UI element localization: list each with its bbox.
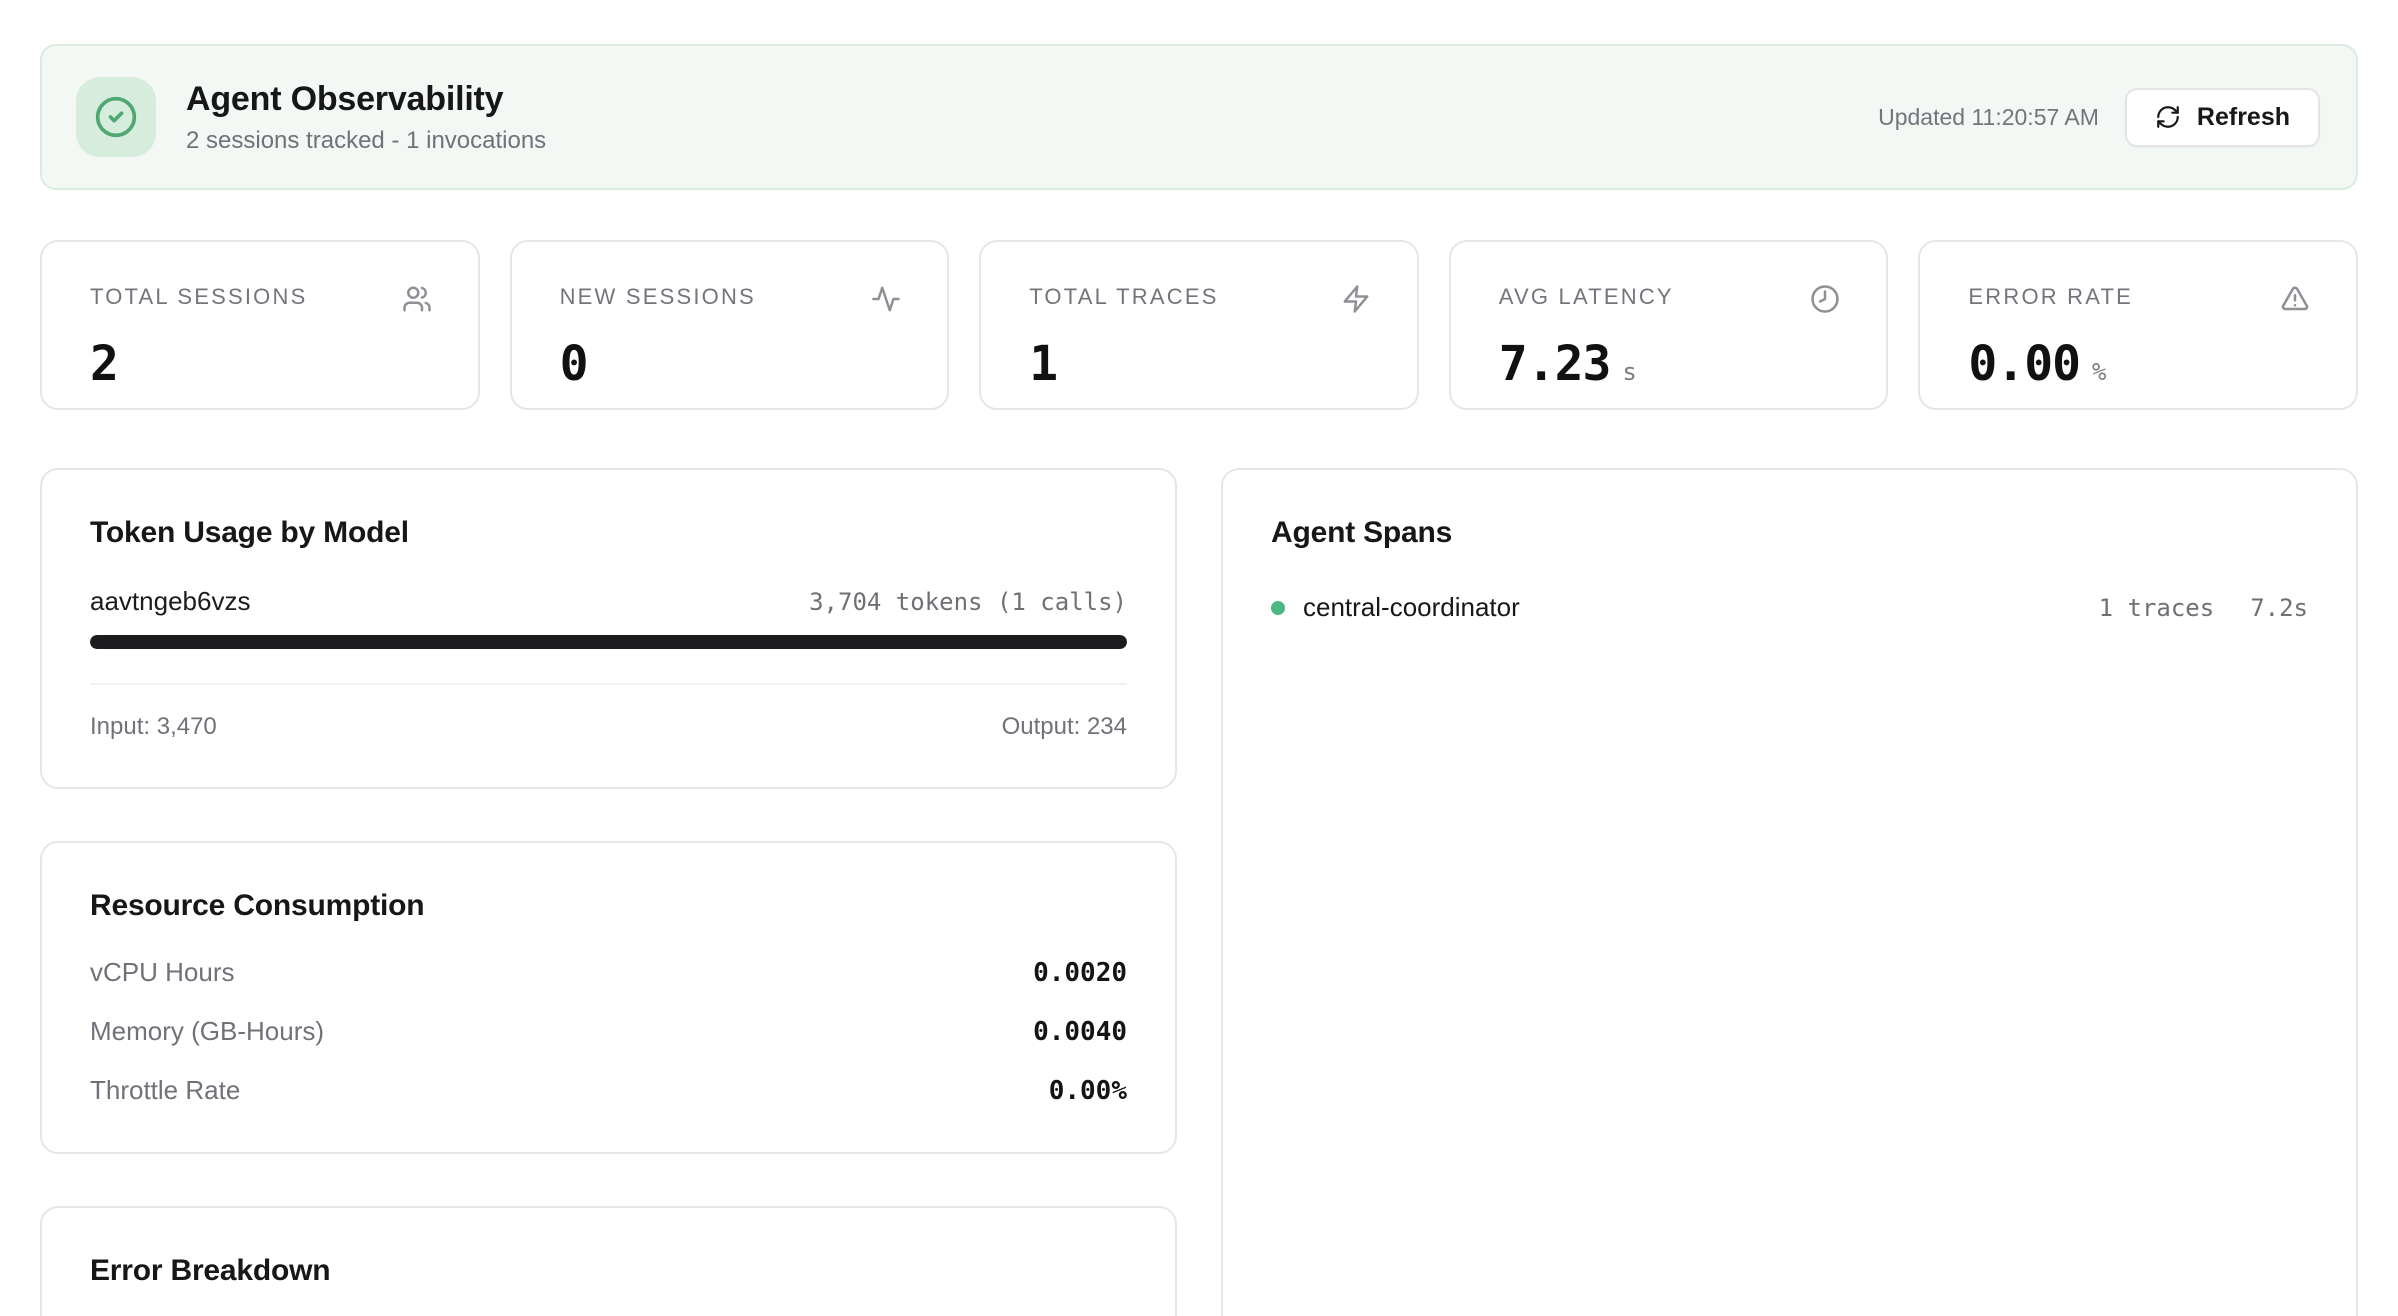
stats-row: TOTAL SESSIONS 2 NEW SESSIONS [40, 240, 2358, 410]
updated-timestamp: Updated 11:20:57 AM [1878, 104, 2099, 131]
alert-triangle-icon [2280, 284, 2310, 314]
refresh-icon [2155, 104, 2181, 130]
token-usage-bar-fill [90, 635, 1127, 649]
left-column: Token Usage by Model aavtngeb6vzs 3,704 … [40, 468, 1177, 1316]
stat-label: TOTAL SESSIONS [90, 284, 307, 310]
agent-spans-card: Agent Spans central-coordinator 1 traces… [1221, 468, 2358, 1316]
page-title: Agent Observability [186, 80, 1878, 119]
banner-titles: Agent Observability 2 sessions tracked -… [186, 80, 1878, 155]
agent-span-row: central-coordinator 1 traces 7.2s [1271, 592, 2308, 623]
refresh-button-label: Refresh [2197, 103, 2290, 132]
resource-value: 0.00% [1049, 1076, 1127, 1106]
users-icon [402, 284, 432, 314]
input-output-row: Input: 3,470 Output: 234 [90, 713, 1127, 741]
dashboard-page: Agent Observability 2 sessions tracked -… [0, 0, 2398, 1316]
stat-card-total-sessions: TOTAL SESSIONS 2 [40, 240, 480, 410]
stat-value: 2 [90, 336, 118, 392]
stat-label: ERROR RATE [1968, 284, 2133, 310]
stat-value: 7.23 [1499, 336, 1611, 392]
stat-value: 1 [1029, 336, 1057, 392]
main-content: Token Usage by Model aavtngeb6vzs 3,704 … [40, 468, 2358, 1316]
header-banner: Agent Observability 2 sessions tracked -… [40, 44, 2358, 190]
stat-label: TOTAL TRACES [1029, 284, 1218, 310]
span-metrics: 1 traces 7.2s [2099, 594, 2308, 622]
stat-unit: % [2092, 358, 2106, 386]
resource-label: vCPU Hours [90, 957, 234, 988]
span-traces-count: 1 traces [2099, 594, 2215, 622]
resource-row-throttle: Throttle Rate 0.00% [90, 1075, 1127, 1106]
resource-value: 0.0020 [1033, 958, 1127, 988]
refresh-button[interactable]: Refresh [2125, 88, 2320, 147]
span-status-dot [1271, 601, 1285, 615]
stat-value: 0.00 [1968, 336, 2080, 392]
model-usage-row: aavtngeb6vzs 3,704 tokens (1 calls) [90, 586, 1127, 617]
input-tokens-text: Input: 3,470 [90, 713, 217, 741]
stat-card-error-rate: ERROR RATE 0.00 % [1918, 240, 2358, 410]
resource-value: 0.0040 [1033, 1017, 1127, 1047]
error-breakdown-title: Error Breakdown [90, 1254, 1127, 1288]
stat-label: NEW SESSIONS [560, 284, 756, 310]
stat-card-avg-latency: AVG LATENCY 7.23 s [1449, 240, 1889, 410]
resource-row-memory: Memory (GB-Hours) 0.0040 [90, 1016, 1127, 1047]
output-tokens-text: Output: 234 [1002, 713, 1127, 741]
right-column: Agent Spans central-coordinator 1 traces… [1221, 468, 2358, 1316]
resource-rows: vCPU Hours 0.0020 Memory (GB-Hours) 0.00… [90, 957, 1127, 1106]
divider [90, 683, 1127, 685]
status-icon-box [76, 77, 156, 157]
banner-right: Updated 11:20:57 AM Refresh [1878, 88, 2320, 147]
activity-icon [871, 284, 901, 314]
resource-label: Memory (GB-Hours) [90, 1016, 324, 1047]
stat-value: 0 [560, 336, 588, 392]
resource-label: Throttle Rate [90, 1075, 240, 1106]
token-usage-title: Token Usage by Model [90, 516, 1127, 550]
check-circle-icon [94, 95, 138, 139]
resource-row-vcpu: vCPU Hours 0.0020 [90, 957, 1127, 988]
clock-icon [1810, 284, 1840, 314]
span-name: central-coordinator [1303, 592, 2099, 623]
page-subtitle: 2 sessions tracked - 1 invocations [186, 127, 1878, 155]
stat-unit: s [1622, 358, 1636, 386]
stat-card-total-traces: TOTAL TRACES 1 [979, 240, 1419, 410]
error-breakdown-card: Error Breakdown Error Rate 0.00% [40, 1206, 1177, 1316]
zap-icon [1341, 284, 1371, 314]
model-name: aavtngeb6vzs [90, 586, 250, 617]
token-usage-bar-track [90, 635, 1127, 649]
resource-consumption-title: Resource Consumption [90, 889, 1127, 923]
stat-label: AVG LATENCY [1499, 284, 1674, 310]
resource-consumption-card: Resource Consumption vCPU Hours 0.0020 M… [40, 841, 1177, 1154]
stat-card-new-sessions: NEW SESSIONS 0 [510, 240, 950, 410]
token-usage-card: Token Usage by Model aavtngeb6vzs 3,704 … [40, 468, 1177, 789]
agent-spans-title: Agent Spans [1271, 516, 2308, 550]
span-duration: 7.2s [2250, 594, 2308, 622]
model-usage-text: 3,704 tokens (1 calls) [809, 588, 1127, 616]
